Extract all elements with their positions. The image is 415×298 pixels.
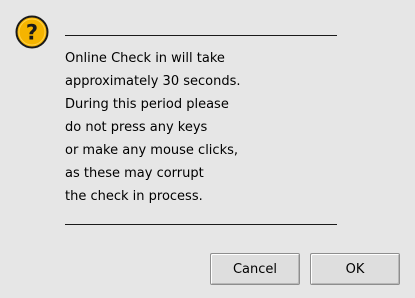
message-line: do not press any keys	[65, 120, 208, 135]
question-icon: ?	[15, 15, 49, 49]
message-line: as these may corrupt	[65, 166, 204, 181]
message-line: Online Check in will take	[65, 51, 225, 66]
cancel-button[interactable]: Cancel	[210, 253, 300, 285]
top-divider	[65, 35, 337, 36]
svg-text:?: ?	[26, 21, 38, 45]
bottom-divider	[65, 224, 337, 225]
confirmation-dialog: ? Online Check in will take approximatel…	[0, 0, 415, 298]
message-line: During this period please	[65, 97, 229, 112]
message-line: the check in process.	[65, 189, 203, 204]
dialog-message: Online Check in will take approximately …	[65, 47, 345, 208]
ok-button[interactable]: OK	[310, 253, 400, 285]
message-line: approximately 30 seconds.	[65, 74, 241, 89]
message-line: or make any mouse clicks,	[65, 143, 238, 158]
